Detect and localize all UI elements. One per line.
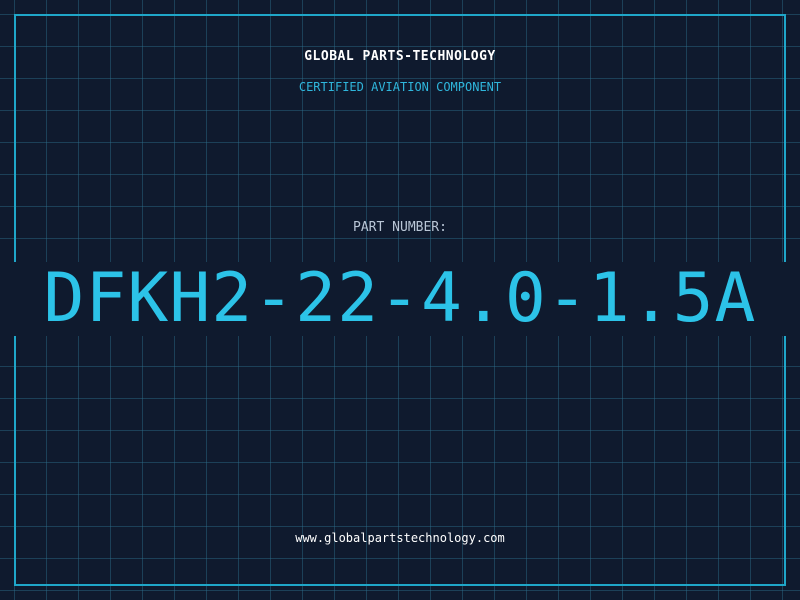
brand-title: GLOBAL PARTS-TECHNOLOGY bbox=[304, 49, 496, 64]
certificate-card: GLOBAL PARTS-TECHNOLOGY CERTIFIED AVIATI… bbox=[0, 0, 800, 600]
part-number-label: PART NUMBER: bbox=[353, 220, 447, 235]
website-link[interactable]: www.globalpartstechnology.com bbox=[0, 531, 800, 545]
part-number-value: DFKH2-22-4.0-1.5A bbox=[0, 262, 800, 336]
brand-subtitle: CERTIFIED AVIATION COMPONENT bbox=[298, 80, 502, 94]
